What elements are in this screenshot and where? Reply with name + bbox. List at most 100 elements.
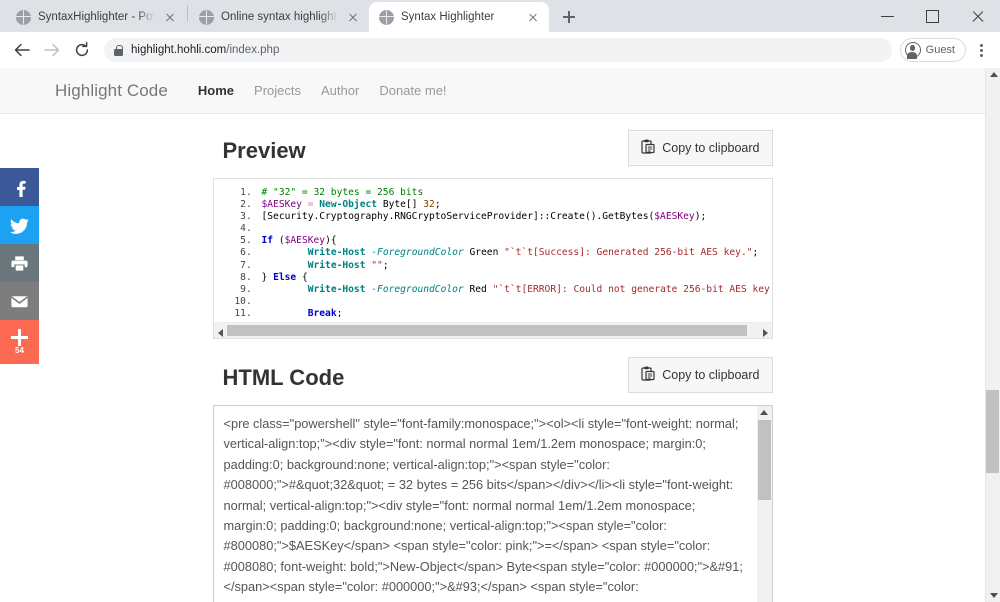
- tab-title: SyntaxHighlighter - PowerShell E: [38, 11, 155, 23]
- page-content: Preview Copy to clipboard: [0, 114, 985, 602]
- browser-tab-1[interactable]: SyntaxHighlighter - PowerShell E: [6, 2, 186, 32]
- page-scrollbar[interactable]: [985, 68, 1000, 602]
- code-line: [Security.Cryptography.RNGCryptoServiceP…: [258, 211, 772, 223]
- preview-box: # "32" = 32 bytes = 256 bits$AESKey = Ne…: [213, 178, 773, 339]
- profile-button[interactable]: Guest: [900, 38, 966, 62]
- code-token-str: "": [371, 260, 383, 271]
- browser-tab-2[interactable]: Online syntax highlighting for the: [189, 2, 369, 32]
- profile-label: Guest: [926, 44, 955, 56]
- code-token-cmd: Write-Host: [308, 247, 366, 258]
- code-token-plain: [Security.Cryptography.RNGCryptoServiceP…: [262, 211, 655, 222]
- code-token-param: -ForegroundColor: [371, 284, 463, 295]
- tab-separator: [187, 5, 188, 21]
- copy-preview-button[interactable]: Copy to clipboard: [628, 130, 772, 166]
- code-line: Break;: [258, 308, 772, 317]
- code-token-plain: }: [262, 272, 274, 283]
- maximize-button[interactable]: [910, 0, 955, 32]
- url-text: highlight.hohli.com/index.php: [131, 44, 279, 56]
- code-token-kw: Break: [308, 308, 337, 317]
- code-line: Write-Host -ForegroundColor Green "`t`t[…: [258, 247, 772, 259]
- html-code-textarea[interactable]: <pre class="powershell" style="font-fami…: [213, 405, 773, 602]
- globe-icon: [16, 10, 31, 25]
- scroll-right-icon[interactable]: [763, 329, 768, 337]
- avatar: [905, 42, 921, 58]
- minimize-button[interactable]: [865, 0, 910, 32]
- preview-header: Preview Copy to clipboard: [213, 134, 773, 174]
- code-line: If ($AESKey){: [258, 235, 772, 247]
- scrollbar-thumb[interactable]: [227, 325, 747, 336]
- scroll-left-icon[interactable]: [218, 329, 223, 337]
- code-token-kw: Else: [273, 272, 296, 283]
- tab-title: Syntax Highlighter: [401, 11, 518, 23]
- code-token-plain: [262, 260, 308, 271]
- tab-title: Online syntax highlighting for the: [221, 11, 338, 23]
- share-facebook-button[interactable]: [0, 168, 39, 206]
- code-line: [258, 223, 772, 235]
- preview-horizontal-scrollbar[interactable]: [214, 322, 772, 338]
- code-token-plain: );: [695, 211, 707, 222]
- code-token-plain: ){: [325, 235, 337, 246]
- social-share-rail: 54: [0, 168, 39, 364]
- scrollbar-thumb[interactable]: [758, 420, 771, 500]
- window-close-button[interactable]: [955, 0, 1000, 32]
- html-code-section: HTML Code Copy to clipboard: [213, 361, 773, 602]
- share-print-button[interactable]: [0, 244, 39, 282]
- browser-toolbar: highlight.hohli.com/index.php Guest: [0, 32, 1000, 68]
- preview-section: Preview Copy to clipboard: [213, 134, 773, 339]
- nav-item-home[interactable]: Home: [198, 83, 234, 98]
- envelope-icon: [10, 292, 29, 311]
- copy-html-button[interactable]: Copy to clipboard: [628, 357, 772, 393]
- scroll-up-icon[interactable]: [760, 410, 768, 415]
- textarea-scrollbar[interactable]: [757, 406, 772, 602]
- close-icon[interactable]: [525, 9, 541, 25]
- code-token-kw: If: [262, 235, 274, 246]
- browser-menu-icon[interactable]: [970, 36, 992, 64]
- site-navbar: Highlight Code Home Projects Author Dona…: [0, 68, 985, 114]
- code-token-plain: Green: [464, 247, 504, 258]
- site-brand[interactable]: Highlight Code: [55, 81, 168, 101]
- reload-icon[interactable]: [68, 36, 96, 64]
- code-token-plain: [262, 308, 308, 317]
- code-token-plain: ;: [337, 308, 343, 317]
- scroll-down-icon[interactable]: [990, 593, 998, 598]
- code-token-plain: [262, 284, 308, 295]
- forward-icon[interactable]: [38, 36, 66, 64]
- copy-html-label: Copy to clipboard: [662, 368, 759, 382]
- code-token-var: $AESKey: [262, 199, 302, 210]
- scroll-up-icon[interactable]: [990, 72, 998, 77]
- preview-title: Preview: [223, 138, 306, 164]
- nav-item-projects[interactable]: Projects: [254, 83, 301, 98]
- nav-item-author[interactable]: Author: [321, 83, 359, 98]
- share-count: 54: [15, 347, 24, 355]
- address-bar[interactable]: highlight.hohli.com/index.php: [104, 38, 892, 62]
- new-tab-button[interactable]: [555, 3, 583, 31]
- share-twitter-button[interactable]: [0, 206, 39, 244]
- browser-tab-3-active[interactable]: Syntax Highlighter: [369, 2, 549, 32]
- share-email-button[interactable]: [0, 282, 39, 320]
- html-code-value[interactable]: <pre class="powershell" style="font-fami…: [214, 406, 772, 602]
- code-preview-area: # "32" = 32 bytes = 256 bits$AESKey = Ne…: [214, 179, 772, 317]
- nav-item-donate[interactable]: Donate me!: [379, 83, 446, 98]
- code-token-str: "`t`t[ERROR]: Could not generate 256-bit…: [493, 284, 772, 295]
- code-token-plain: ;: [383, 260, 389, 271]
- code-token-comment: # "32" = 32 bytes = 256 bits: [262, 187, 424, 198]
- close-icon[interactable]: [345, 9, 361, 25]
- code-token-plain: [262, 247, 308, 258]
- clipboard-icon: [641, 366, 655, 384]
- browser-window: SyntaxHighlighter - PowerShell E Online …: [0, 0, 1000, 602]
- code-token-plain: {: [296, 272, 308, 283]
- scrollbar-thumb[interactable]: [986, 390, 999, 473]
- facebook-icon: [10, 177, 30, 197]
- code-token-plain: (: [273, 235, 285, 246]
- plus-icon: [11, 329, 28, 346]
- globe-icon: [379, 10, 394, 25]
- share-more-button[interactable]: 54: [0, 320, 39, 364]
- code-line: Write-Host -ForegroundColor Red "`t`t[ER…: [258, 284, 772, 296]
- code-token-var: $AESKey: [654, 211, 694, 222]
- window-controls: [865, 0, 1000, 32]
- close-icon[interactable]: [162, 9, 178, 25]
- code-token-param: -ForegroundColor: [371, 247, 463, 258]
- back-icon[interactable]: [8, 36, 36, 64]
- code-token-plain: ;: [435, 199, 441, 210]
- page-viewport: Highlight Code Home Projects Author Dona…: [0, 68, 1000, 602]
